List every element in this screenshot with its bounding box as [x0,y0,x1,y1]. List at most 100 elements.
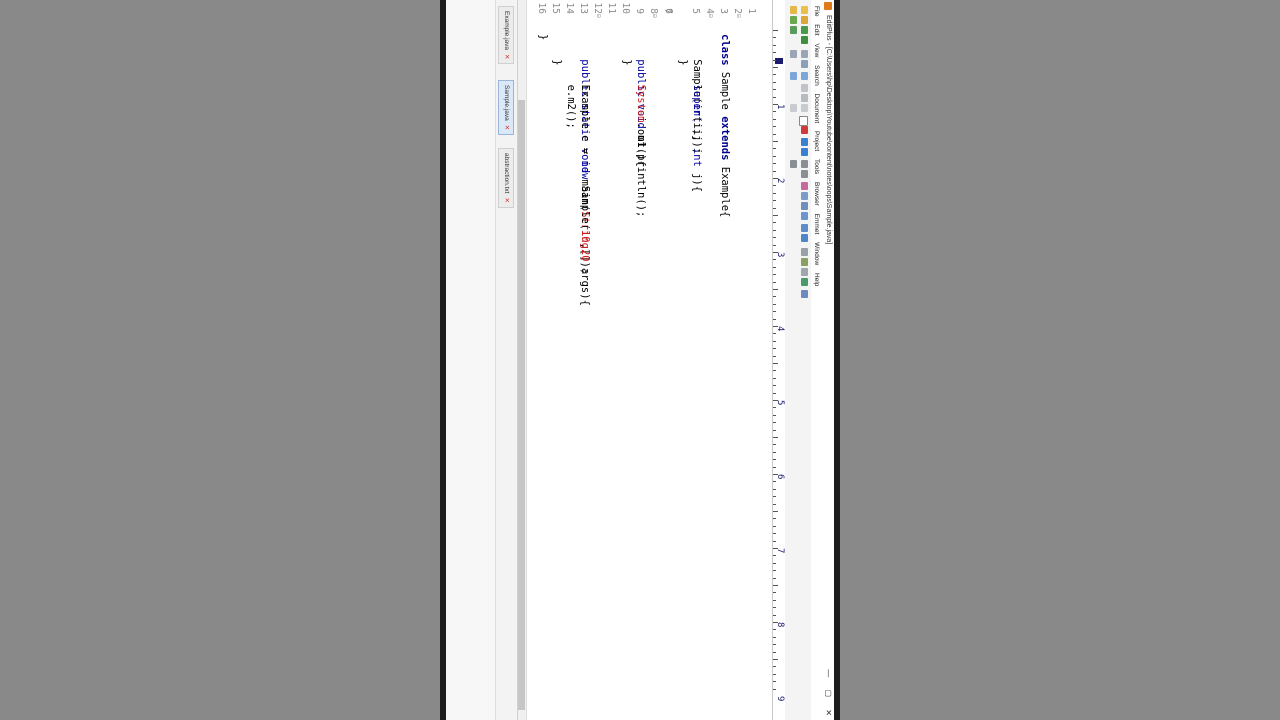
font-icon[interactable] [801,182,808,190]
ruler-number: 9 [775,696,785,702]
code-line: 14 } [551,0,590,66]
ruler-tick [773,666,776,668]
code-line: 15 } [537,0,576,63]
code-token: Example{ [719,160,732,218]
keyword: new [578,160,591,180]
ruler-tick [773,673,776,675]
tab-example-java[interactable]: Example.java ✕ [498,6,514,65]
tools-icon[interactable] [801,258,808,266]
ftp-icon[interactable] [790,16,797,24]
ruler-tick [773,533,776,535]
code-editor[interactable]: 1 ⊟ class Sample extends Example{ 2 3 ⊟ … [528,0,772,700]
directory-icon[interactable] [790,6,797,14]
ruler-cursor-marker [775,58,783,64]
ruler-tick [773,577,776,579]
menu-project[interactable]: Project [813,131,820,151]
ruler-tick [773,81,776,83]
undo-icon[interactable] [801,138,808,146]
indent-icon[interactable] [790,50,797,58]
menu-file[interactable]: File [813,6,820,16]
menu-search[interactable]: Search [813,65,820,86]
close-tab-icon[interactable]: ✕ [503,54,510,59]
ruler-tick [773,548,778,549]
line-number-icon[interactable] [801,202,808,210]
ruler-tick [773,170,776,172]
ruler-tick [773,30,778,31]
comment-icon[interactable] [790,72,797,80]
ruler-tick [773,496,776,498]
maximize-button[interactable]: ▢ [824,690,833,698]
ruler-tick [773,259,776,261]
scrollbar-thumb[interactable] [518,100,525,710]
find-icon[interactable] [801,160,808,168]
menu-document[interactable]: Document [813,94,820,124]
run-icon[interactable] [801,278,808,286]
menu-help[interactable]: Help [813,273,820,286]
goto-icon[interactable] [790,160,797,168]
delete-icon[interactable] [801,126,808,134]
tab-sample-java[interactable]: Sample.java ✕ [498,80,514,136]
code-line: 2 [732,0,758,63]
menu-window[interactable]: Window [813,242,820,265]
document-icon[interactable] [801,248,808,256]
redo-icon[interactable] [801,148,808,156]
menu-emmet[interactable]: Emmet [813,214,820,235]
ruler-tick [773,52,776,54]
print-preview-icon[interactable] [801,60,808,68]
code-line: 1 ⊟ class Sample extends Example{ [719,0,772,217]
ruler-tick [773,429,776,431]
print-icon[interactable] [801,50,808,58]
help-icon[interactable] [801,290,808,298]
clear-icon[interactable] [799,116,808,126]
menu-browser[interactable]: Browser [813,182,820,206]
ruler-tick [773,252,778,253]
upload-icon[interactable] [790,26,797,34]
copy-icon[interactable] [801,94,808,102]
browser-icon[interactable] [801,234,808,242]
paste-icon[interactable] [801,104,808,112]
ruler-tick [773,333,776,335]
tab-abstraction-txt[interactable]: abstraction.txt ✕ [498,148,514,208]
menu-view[interactable]: View [813,43,820,57]
ruler-tick [773,141,778,142]
ruler-tick [773,511,778,512]
new-file-icon[interactable] [801,6,808,14]
menu-tools[interactable]: Tools [813,159,820,174]
ruler-tick [773,570,776,572]
ruler-tick [773,74,776,76]
menu-bar: File Edit View Search Document Project T… [811,0,822,720]
ruler-tick [773,644,776,646]
code-token: j){ [691,166,704,193]
save-all-icon[interactable] [801,36,808,44]
menu-edit[interactable]: Edit [813,24,820,35]
ruler-tick [773,414,776,416]
horizontal-scrollbar[interactable] [517,0,527,720]
ruler-tick [773,59,776,61]
screen: EditPlus - [C:\Users\hp\Desktop\Youtube\… [446,0,834,720]
editplus-window: EditPlus - [C:\Users\hp\Desktop\Youtube\… [446,0,834,720]
word-wrap-icon[interactable] [801,192,808,200]
code-line: 6 [663,0,702,63]
ruler-tick [773,126,776,128]
ruler-tick [773,303,776,305]
ruler-tick [773,289,778,290]
ruler-icon[interactable] [801,212,808,220]
spellcheck-icon[interactable] [801,72,808,80]
ruler-tick [773,348,776,350]
replace-icon[interactable] [801,170,808,178]
close-button[interactable]: ✕ [824,709,833,716]
ruler-tick [773,474,778,475]
save-icon[interactable] [801,26,808,34]
minimize-button[interactable]: — [824,669,833,677]
open-folder-icon[interactable] [801,16,808,24]
code-line: 11 ⊟ public static void main(String[] ar… [579,0,632,306]
cut-icon[interactable] [801,84,808,92]
close-tab-icon[interactable]: ✕ [503,125,510,130]
cliptext-icon[interactable] [801,268,808,276]
ruler-tick [773,555,776,557]
number-literal: 10 [578,229,591,243]
close-tab-icon[interactable]: ✕ [503,197,510,202]
column-select-icon[interactable] [801,224,808,232]
ruler-tick [773,525,776,527]
bookmark-icon[interactable] [790,104,797,112]
